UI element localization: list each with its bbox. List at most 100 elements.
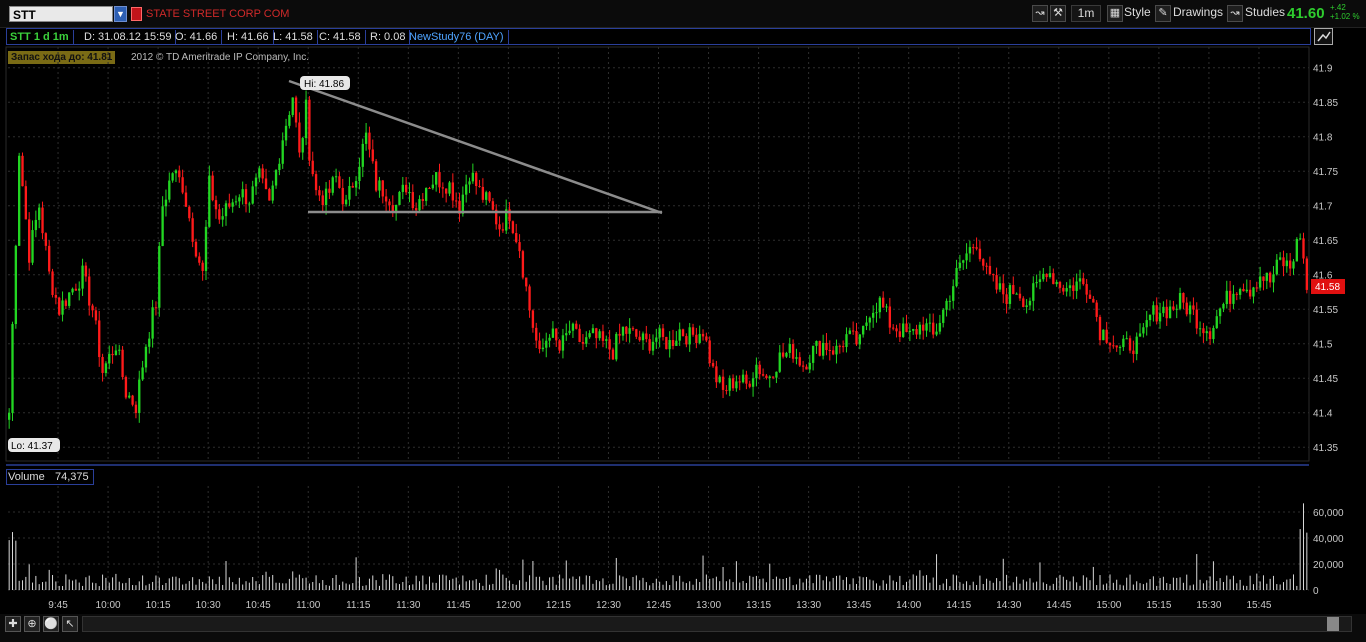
candle (1142, 327, 1145, 334)
zoom-in-icon[interactable]: ⊕ (24, 616, 40, 632)
volume-bar (859, 576, 861, 590)
volume-bar (1236, 583, 1238, 590)
time-tick-label: 14:30 (996, 600, 1021, 611)
candle (184, 192, 188, 207)
candle (1262, 276, 1265, 281)
time-tick-label: 11:45 (446, 600, 471, 611)
volume-bar (625, 578, 627, 590)
zoom-out-icon[interactable]: ⚪ (43, 616, 59, 632)
candle (211, 175, 214, 201)
candle (451, 182, 455, 201)
volume-bar (25, 576, 27, 590)
candle (64, 300, 68, 306)
hi-label-text: Hi: 41.86 (304, 79, 344, 90)
volume-bar (1156, 585, 1158, 590)
candle (128, 395, 131, 398)
candle (1095, 302, 1098, 317)
volume-bar (358, 577, 360, 590)
price-chart[interactable]: 41.941.8541.841.7541.741.6541.641.5541.5… (0, 0, 1366, 642)
volume-bar (725, 581, 727, 590)
candle (625, 326, 628, 334)
volume-bar (175, 576, 177, 590)
volume-bar (248, 582, 250, 590)
time-tick-label: 10:15 (146, 600, 171, 611)
candle (922, 324, 925, 331)
candle (141, 367, 144, 380)
candle (635, 329, 638, 337)
candle (475, 172, 478, 187)
volume-bar (365, 585, 367, 590)
volume-bar (669, 585, 671, 590)
candle (781, 352, 785, 357)
candle (1165, 306, 1168, 319)
volume-bar (285, 583, 287, 590)
volume-bar (158, 577, 160, 590)
candle (1158, 313, 1162, 322)
volume-bar (896, 581, 898, 590)
volume-bar (475, 579, 477, 590)
volume-bar (122, 583, 124, 590)
candle (34, 219, 38, 231)
volume-bar (962, 583, 964, 590)
candle (91, 305, 94, 311)
volume-bar (1046, 583, 1048, 590)
volume-bar (282, 583, 284, 590)
volume-bar (412, 584, 414, 590)
candle (1122, 338, 1125, 348)
volume-bar (662, 584, 664, 590)
volume-bar (1166, 583, 1168, 590)
volume-bar (966, 581, 968, 590)
candle (38, 207, 41, 220)
candle (314, 174, 318, 191)
scrollbar-thumb[interactable] (1327, 617, 1339, 631)
candle (148, 338, 151, 347)
volume-tick-label: 40,000 (1313, 534, 1344, 545)
candle (378, 180, 381, 191)
volume-bar (645, 582, 647, 590)
candle (1182, 293, 1185, 303)
volume-bar (942, 583, 944, 590)
candle (488, 192, 491, 202)
candle (638, 336, 641, 341)
candle (1055, 281, 1058, 285)
candle (828, 349, 831, 351)
candle (1232, 293, 1235, 304)
volume-bar (779, 578, 781, 590)
time-tick-label: 15:15 (1146, 600, 1171, 611)
candle (1082, 278, 1085, 285)
volume-bar (939, 584, 941, 590)
pan-icon[interactable]: ✚ (5, 616, 21, 632)
volume-bar (619, 575, 621, 590)
candle (948, 300, 952, 302)
volume-bar (242, 584, 244, 590)
volume-bar (445, 575, 447, 590)
volume-bar (1019, 583, 1021, 590)
volume-bar (1069, 581, 1071, 590)
volume-bar (1196, 554, 1198, 590)
cursor-icon[interactable]: ↖ (62, 616, 78, 632)
volume-bar (1132, 584, 1134, 590)
volume-bar (322, 580, 324, 590)
candle (281, 140, 284, 164)
volume-bar (1096, 585, 1098, 590)
candle (104, 363, 108, 373)
candle (445, 188, 448, 194)
candle (1192, 305, 1195, 310)
candle (778, 352, 781, 372)
horizontal-scrollbar[interactable] (82, 616, 1352, 632)
candle (942, 309, 945, 323)
candle (1205, 331, 1208, 334)
volume-bar (872, 580, 874, 590)
volume-bar (679, 575, 681, 590)
trendline-upper[interactable] (288, 79, 663, 215)
candle (1215, 316, 1218, 329)
candle (228, 203, 231, 207)
candle (41, 207, 44, 234)
time-axis: 9:45 10:00 10:15 10:30 10:45 11:00 11:15 11:30 1… (48, 600, 1272, 611)
volume-bar (1149, 579, 1151, 590)
volume-bar (482, 585, 484, 590)
volume-bar (632, 576, 634, 590)
volume-bar (832, 577, 834, 590)
volume-label: Volume (8, 471, 45, 483)
last-price-tag-text: 41.58 (1315, 282, 1340, 293)
